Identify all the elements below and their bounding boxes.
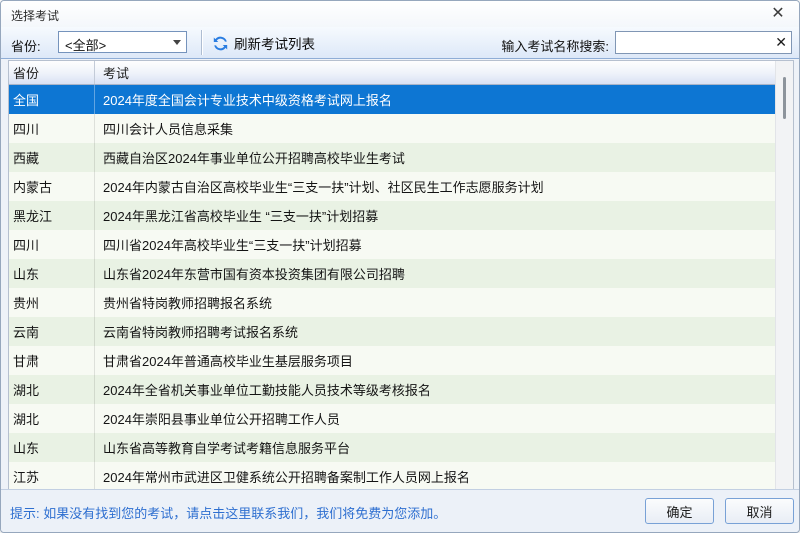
row-exam: 甘肃省2024年普通高校毕业生基层服务项目 [103,354,353,369]
row-exam: 2024年度全国会计专业技术中级资格考试网上报名 [103,93,392,108]
row-province: 内蒙古 [9,172,95,201]
refresh-icon [212,35,229,52]
column-header-exam[interactable]: 考试 [95,61,775,84]
table-row[interactable]: 四川 四川会计人员信息采集 [9,114,775,143]
toolbar-separator [201,30,202,55]
row-province: 全国 [9,85,95,114]
row-province: 山东 [9,433,95,462]
refresh-exam-list-button[interactable]: 刷新考试列表 [212,31,315,55]
row-province: 四川 [9,114,95,143]
row-exam: 山东省高等教育自学考试考籍信息服务平台 [103,441,351,456]
row-exam: 四川会计人员信息采集 [103,122,234,137]
table-row[interactable]: 西藏 西藏自治区2024年事业单位公开招聘高校毕业生考试 [9,143,775,172]
footer: 提示: 如果没有找到您的考试，请点击这里联系我们，我们将免费为您添加。 确定 取… [1,489,799,532]
row-exam: 云南省特岗教师招聘考试报名系统 [103,325,299,340]
search-input[interactable] [616,32,771,53]
row-province: 黑龙江 [9,201,95,230]
table-row[interactable]: 内蒙古 2024年内蒙古自治区高校毕业生“三支一扶”计划、社区民生工作志愿服务计… [9,172,775,201]
vertical-scrollbar[interactable] [775,61,793,489]
table-row-selected[interactable]: 全国 2024年度全国会计专业技术中级资格考试网上报名 [9,85,775,114]
table-row[interactable]: 云南 云南省特岗教师招聘考试报名系统 [9,317,775,346]
table-header: 省份 考试 [9,61,775,85]
row-exam: 2024年常州市武进区卫健系统公开招聘备案制工作人员网上报名 [103,470,470,485]
toolbar: 省份: <全部> 刷新考试列表 输入考试名称搜索: ✕ [1,27,799,59]
row-province: 贵州 [9,288,95,317]
select-exam-dialog: 选择考试 ✕ 省份: <全部> 刷新考试列表 输入考试名称搜索: ✕ 省份 考试… [0,0,800,533]
table-row[interactable]: 江苏 2024年常州市武进区卫健系统公开招聘备案制工作人员网上报名 [9,462,775,491]
province-select[interactable]: <全部> [58,31,187,53]
row-exam: 四川省2024年高校毕业生“三支一扶”计划招募 [103,238,362,253]
refresh-label: 刷新考试列表 [234,37,315,52]
table-row[interactable]: 贵州 贵州省特岗教师招聘报名系统 [9,288,775,317]
chevron-down-icon [173,40,181,45]
row-province: 山东 [9,259,95,288]
table-row[interactable]: 湖北 2024年全省机关事业单位工勤技能人员技术等级考核报名 [9,375,775,404]
titlebar: 选择考试 ✕ [1,1,799,27]
row-province: 湖北 [9,375,95,404]
table-row[interactable]: 山东 山东省高等教育自学考试考籍信息服务平台 [9,433,775,462]
row-province: 四川 [9,230,95,259]
row-exam: 贵州省特岗教师招聘报名系统 [103,296,273,311]
scrollbar-thumb[interactable] [783,77,786,119]
exam-table: 省份 考试 全国 2024年度全国会计专业技术中级资格考试网上报名 四川 四川会… [8,60,794,491]
cancel-button[interactable]: 取消 [725,498,794,524]
close-icon[interactable]: ✕ [768,4,788,24]
table-row[interactable]: 甘肃 甘肃省2024年普通高校毕业生基层服务项目 [9,346,775,375]
row-exam: 2024年内蒙古自治区高校毕业生“三支一扶”计划、社区民生工作志愿服务计划 [103,180,544,195]
table-row[interactable]: 山东 山东省2024年东营市国有资本投资集团有限公司招聘 [9,259,775,288]
row-exam: 2024年黑龙江省高校毕业生 “三支一扶”计划招募 [103,209,379,224]
row-exam: 2024年崇阳县事业单位公开招聘工作人员 [103,412,340,427]
row-exam: 山东省2024年东营市国有资本投资集团有限公司招聘 [103,267,405,282]
table-row[interactable]: 湖北 2024年崇阳县事业单位公开招聘工作人员 [9,404,775,433]
province-selected-value: <全部> [65,38,107,53]
row-province: 云南 [9,317,95,346]
footer-buttons: 确定 取消 [645,498,794,524]
contact-us-hint-link[interactable]: 提示: 如果没有找到您的考试，请点击这里联系我们，我们将免费为您添加。 [10,503,446,522]
row-province: 江苏 [9,462,95,491]
table-row[interactable]: 四川 四川省2024年高校毕业生“三支一扶”计划招募 [9,230,775,259]
column-header-province[interactable]: 省份 [9,61,95,84]
row-province: 湖北 [9,404,95,433]
row-exam: 2024年全省机关事业单位工勤技能人员技术等级考核报名 [103,383,431,398]
ok-button[interactable]: 确定 [645,498,714,524]
search-label: 输入考试名称搜索: [501,39,609,54]
table-row[interactable]: 黑龙江 2024年黑龙江省高校毕业生 “三支一扶”计划招募 [9,201,775,230]
row-exam: 西藏自治区2024年事业单位公开招聘高校毕业生考试 [103,151,405,166]
province-label: 省份: [11,39,41,54]
row-province: 甘肃 [9,346,95,375]
clear-search-icon[interactable]: ✕ [775,34,787,51]
row-province: 西藏 [9,143,95,172]
dialog-title: 选择考试 [11,9,60,23]
search-box: ✕ [615,31,792,54]
